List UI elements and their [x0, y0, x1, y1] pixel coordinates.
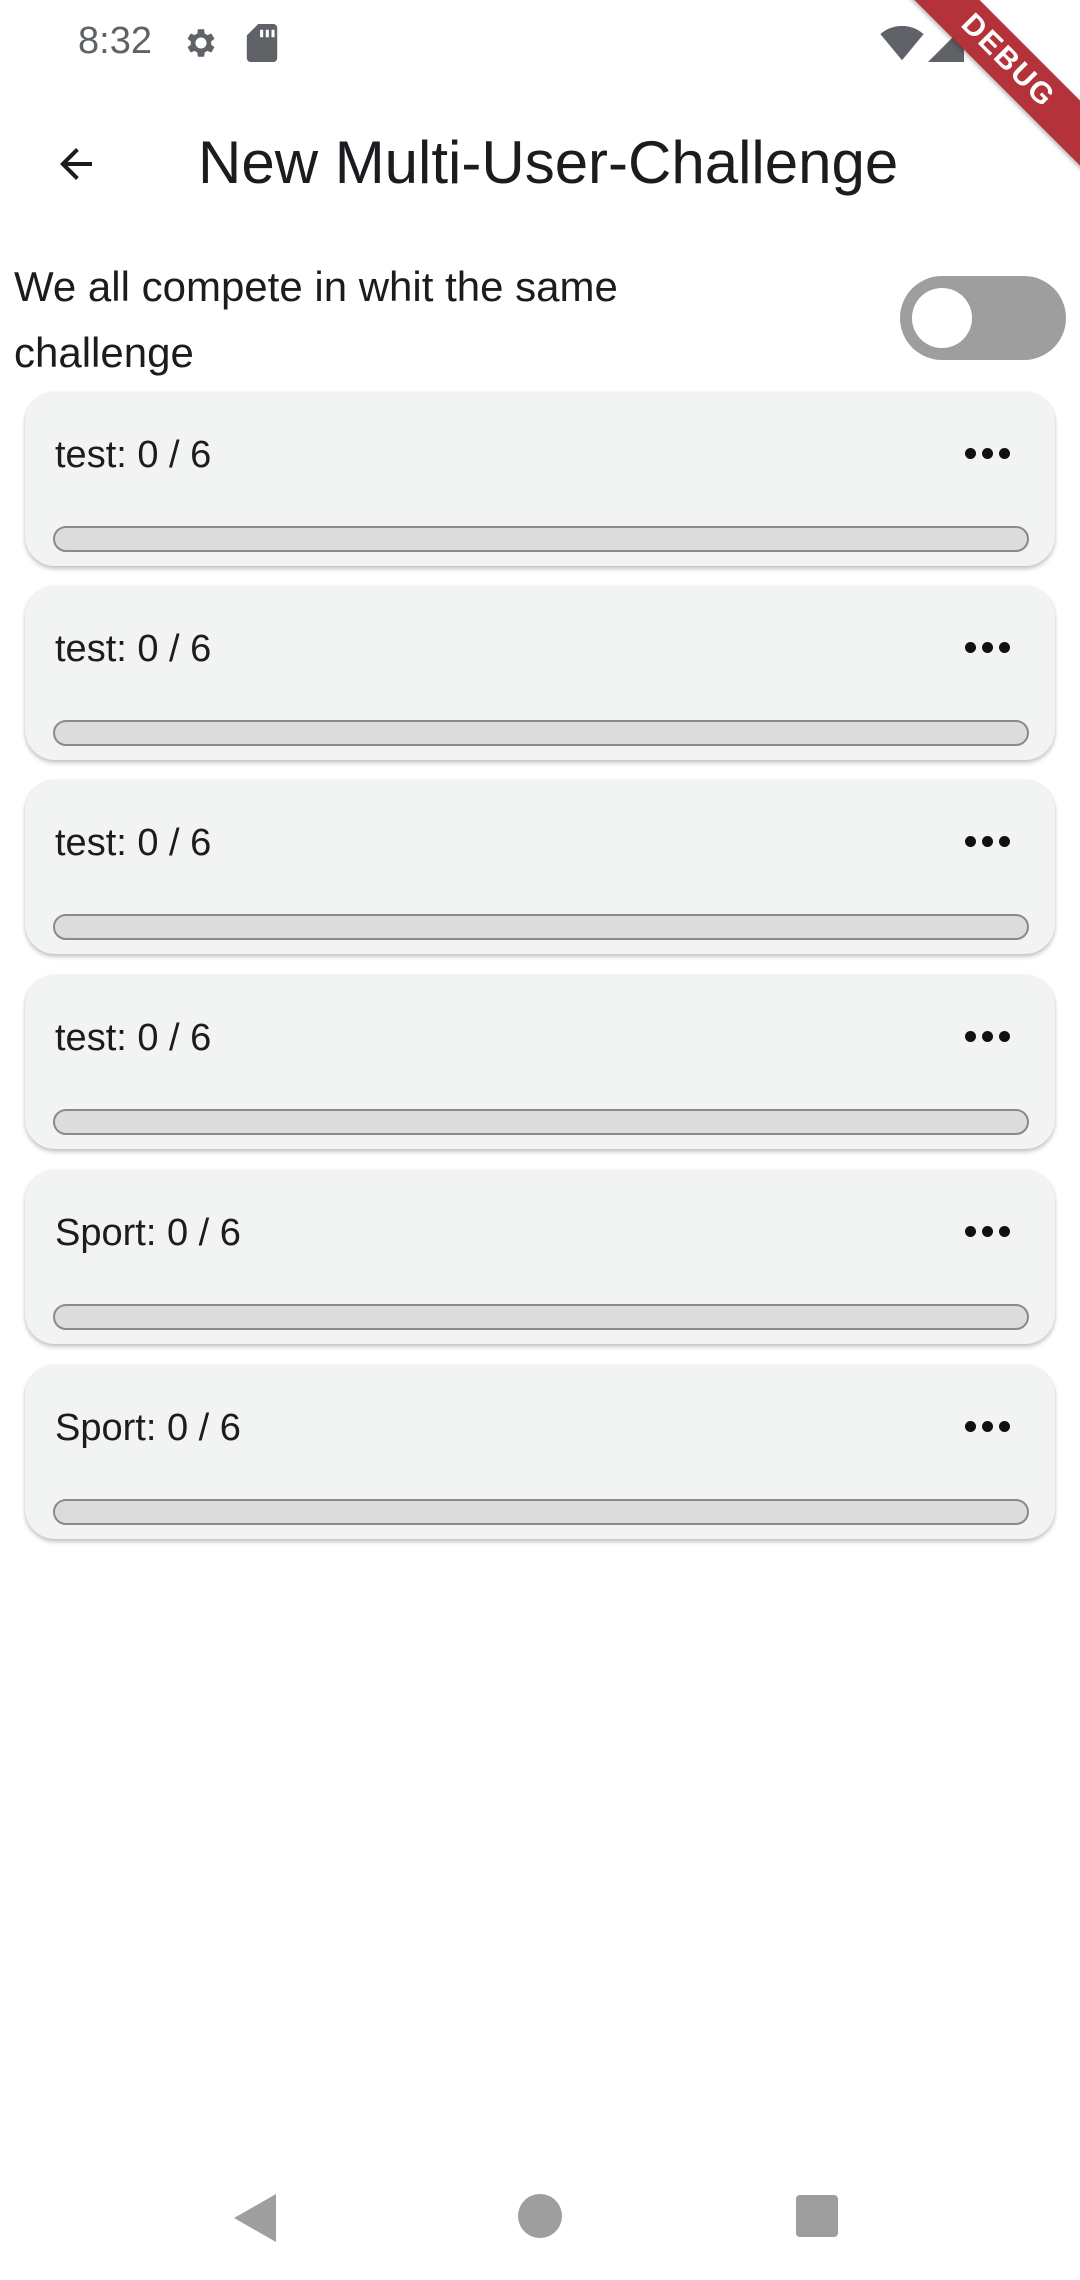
toggle-label: We all compete in whit the same challeng… — [14, 263, 618, 376]
system-nav-bar — [0, 2150, 1080, 2280]
more-options-button[interactable] — [955, 1208, 1019, 1258]
same-challenge-toggle[interactable] — [900, 276, 1066, 360]
challenge-card[interactable]: test: 0 / 6 — [25, 586, 1055, 760]
more-horiz-icon — [962, 640, 1013, 658]
status-time: 8:32 — [78, 20, 152, 62]
challenge-title: test: 0 / 6 — [55, 628, 212, 670]
more-horiz-icon — [962, 1224, 1013, 1242]
nav-recents-icon[interactable] — [796, 2195, 838, 2237]
back-button[interactable] — [36, 124, 116, 204]
sd-card-icon — [246, 24, 278, 62]
toggle-knob — [912, 288, 972, 348]
more-options-button[interactable] — [955, 1403, 1019, 1453]
progress-bar — [53, 526, 1029, 552]
challenge-card[interactable]: test: 0 / 6 — [25, 975, 1055, 1149]
wifi-icon — [880, 26, 924, 61]
page-title: New Multi-User-Challenge — [198, 129, 899, 196]
progress-bar — [53, 1109, 1029, 1135]
more-options-button[interactable] — [955, 430, 1019, 480]
arrow-back-icon — [60, 148, 92, 180]
progress-bar — [53, 914, 1029, 940]
more-horiz-icon — [962, 1419, 1013, 1437]
progress-bar — [53, 1304, 1029, 1330]
more-horiz-icon — [962, 834, 1013, 852]
gear-icon — [187, 29, 215, 57]
more-options-button[interactable] — [955, 624, 1019, 674]
nav-home-icon[interactable] — [518, 2194, 562, 2238]
app-bar: New Multi-User-Challenge — [0, 88, 1080, 228]
challenge-title: test: 0 / 6 — [55, 1017, 212, 1059]
more-options-button[interactable] — [955, 818, 1019, 868]
challenge-title: Sport: 0 / 6 — [55, 1407, 241, 1449]
more-options-button[interactable] — [955, 1013, 1019, 1063]
challenge-card[interactable]: Sport: 0 / 6 — [25, 1170, 1055, 1344]
screen: 8:32 DEBUG New Multi-User-Challenge We a… — [0, 0, 1080, 2280]
status-bar: 8:32 — [0, 0, 1080, 88]
more-horiz-icon — [962, 1029, 1013, 1047]
challenge-card[interactable]: Sport: 0 / 6 — [25, 1365, 1055, 1539]
nav-back-icon[interactable] — [232, 2192, 280, 2244]
challenge-card[interactable]: test: 0 / 6 — [25, 780, 1055, 954]
challenge-title: Sport: 0 / 6 — [55, 1212, 241, 1254]
challenge-title: test: 0 / 6 — [55, 434, 212, 476]
more-horiz-icon — [962, 446, 1013, 464]
progress-bar — [53, 1499, 1029, 1525]
same-challenge-setting: We all compete in whit the same challeng… — [0, 248, 1080, 388]
progress-bar — [53, 720, 1029, 746]
challenge-card[interactable]: test: 0 / 6 — [25, 392, 1055, 566]
challenge-title: test: 0 / 6 — [55, 822, 212, 864]
